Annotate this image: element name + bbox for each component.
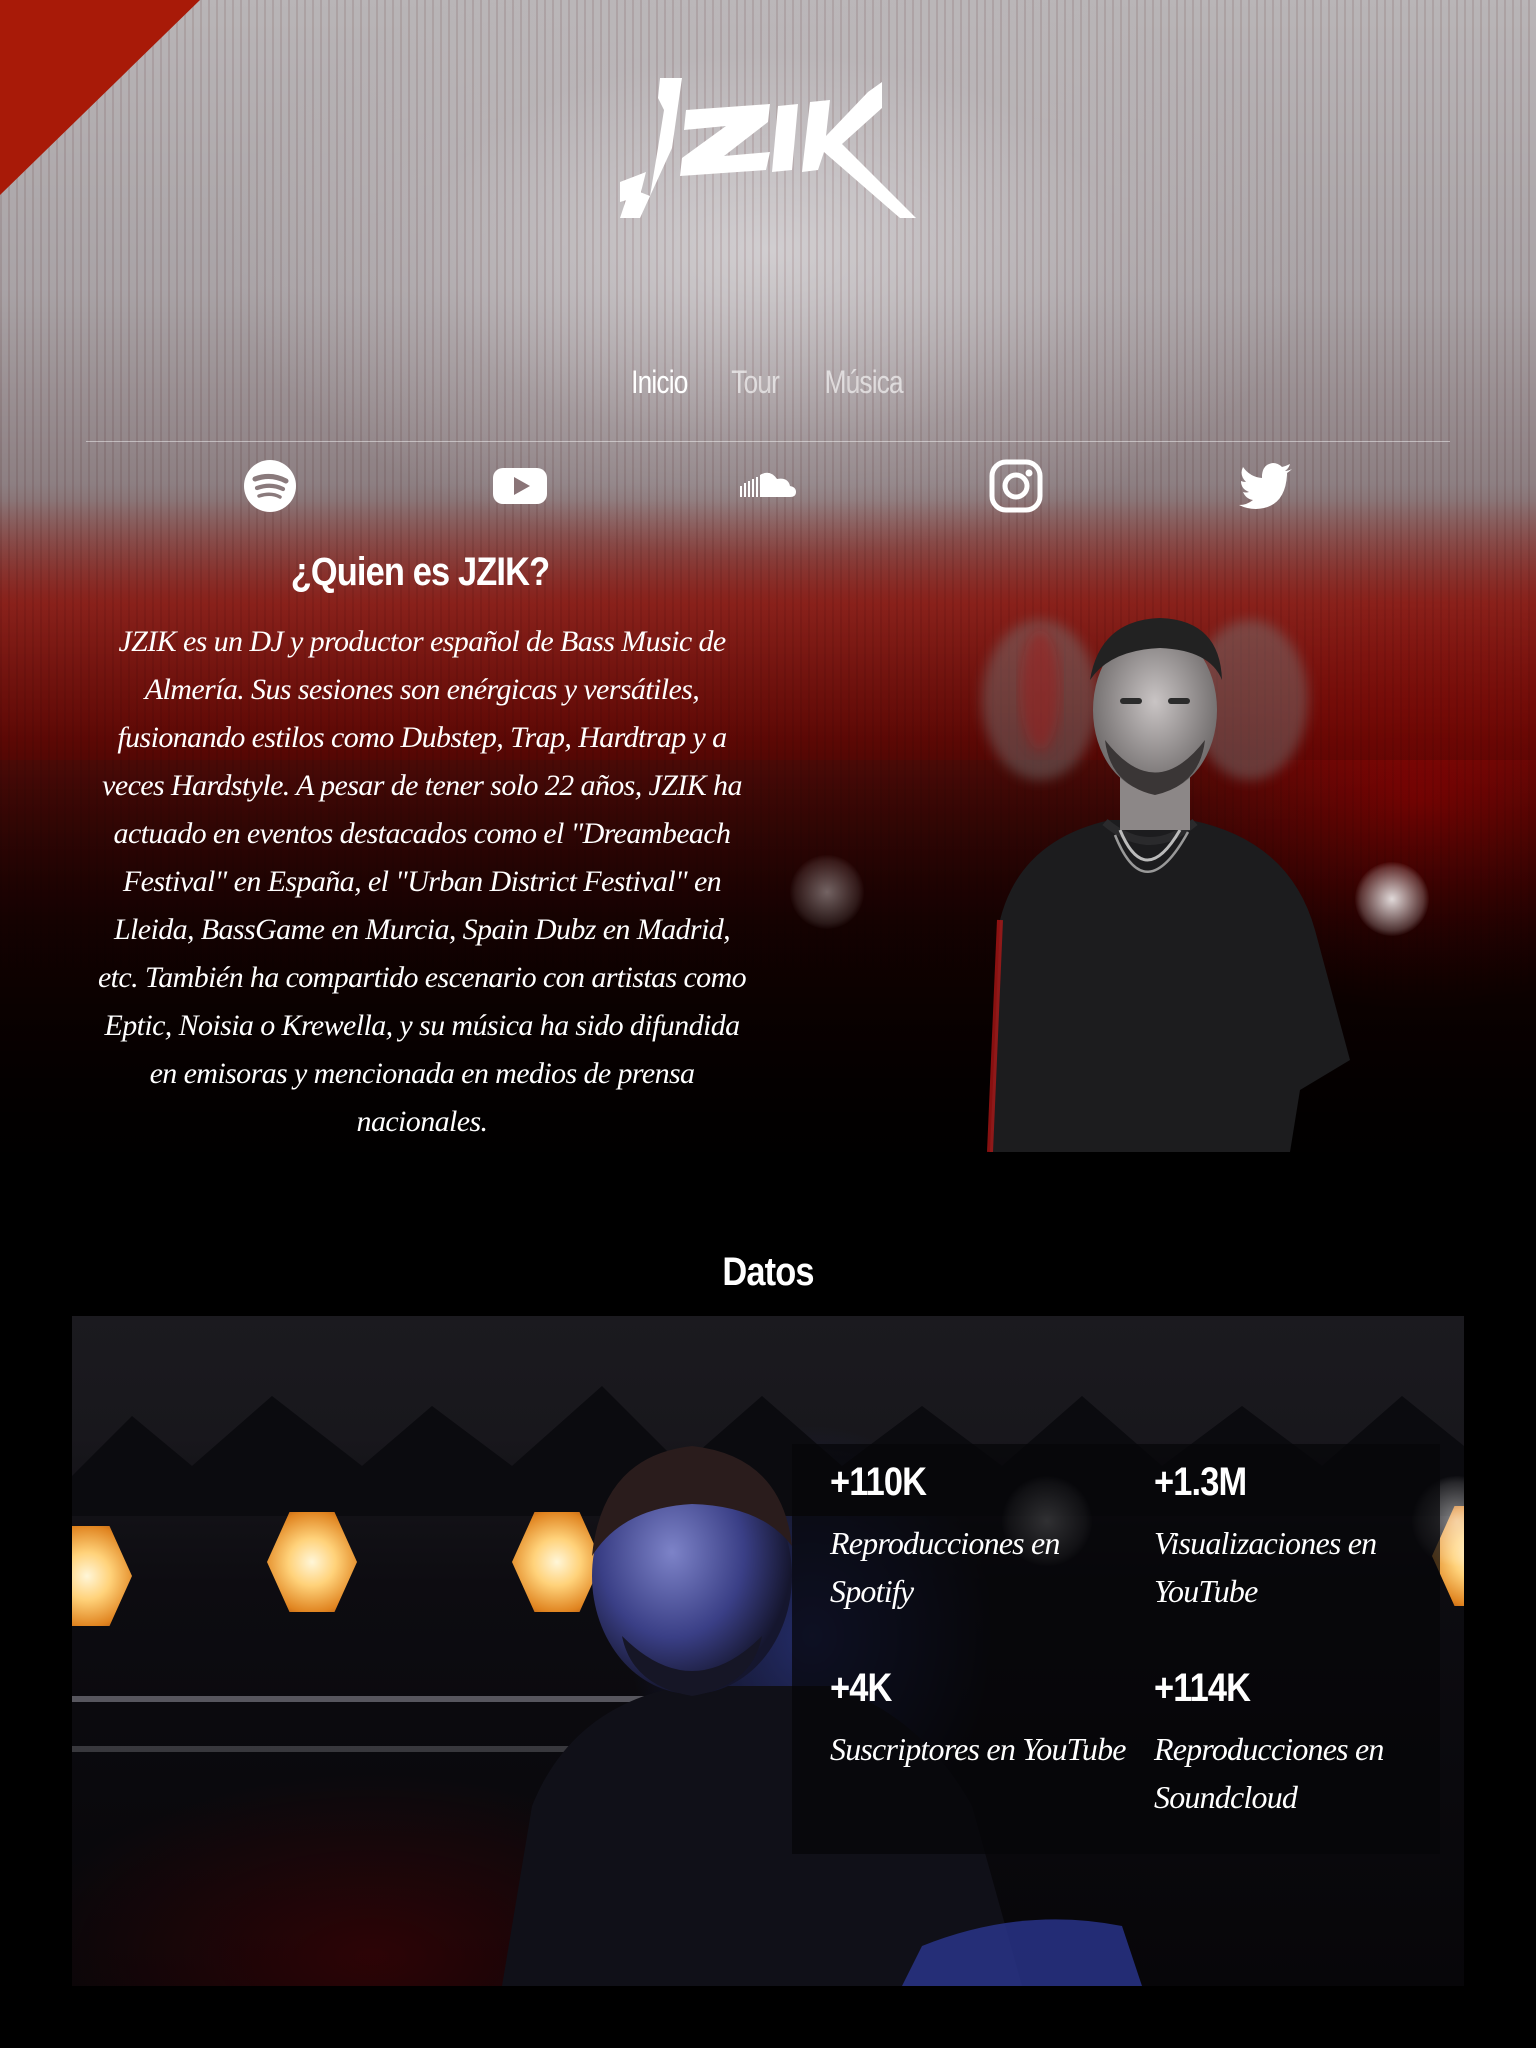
- instagram-link[interactable]: [988, 458, 1044, 514]
- datos-title: Datos: [722, 1250, 814, 1294]
- stat-value: +4K: [830, 1666, 892, 1710]
- soundcloud-icon: [740, 472, 796, 497]
- soundcloud-link[interactable]: [740, 458, 796, 514]
- nav-item-inicio[interactable]: Inicio: [631, 364, 688, 401]
- stat-value: +114K: [1154, 1666, 1251, 1710]
- youtube-icon: [493, 468, 547, 504]
- stage-lamp: [72, 1526, 132, 1626]
- stat-youtube-subs: +4K Suscriptores en YouTube: [830, 1666, 1130, 1773]
- stat-soundcloud: +114K Reproducciones en Soundcloud: [1154, 1666, 1454, 1821]
- nav-item-musica[interactable]: Música: [824, 364, 903, 401]
- datos-photo-section: +110K Reproducciones en Spotify +1.3M Vi…: [72, 1316, 1464, 1986]
- instagram-icon: [989, 459, 1043, 513]
- stats-panel: +110K Reproducciones en Spotify +1.3M Vi…: [792, 1444, 1440, 1854]
- about-title: ¿Quien es JZIK?: [290, 550, 550, 594]
- stat-youtube-views: +1.3M Visualizaciones en YouTube: [1154, 1460, 1454, 1615]
- hero-section: Inicio Tour Música ¿Quien es JZIK? JZIK …: [0, 0, 1536, 1152]
- jzik-logo[interactable]: [620, 78, 916, 218]
- stat-value: +110K: [830, 1460, 927, 1504]
- youtube-link[interactable]: [492, 458, 548, 514]
- stat-value: +1.3M: [1154, 1460, 1247, 1504]
- stat-label: Reproducciones en Soundcloud: [1154, 1731, 1384, 1815]
- nav-divider: [86, 441, 1450, 442]
- main-nav: Inicio Tour Música: [0, 364, 1536, 401]
- twitter-icon: [1239, 463, 1292, 509]
- nav-item-tour[interactable]: Tour: [731, 364, 780, 401]
- stage-lamp: [267, 1512, 357, 1612]
- stat-label: Visualizaciones en YouTube: [1154, 1525, 1377, 1609]
- stage-light: [790, 855, 864, 929]
- stat-label: Reproducciones en Spotify: [830, 1525, 1060, 1609]
- artist-portrait: [982, 618, 1350, 1152]
- twitter-link[interactable]: [1238, 458, 1294, 514]
- stat-label: Suscriptores en YouTube: [830, 1731, 1127, 1767]
- spotify-link[interactable]: [242, 458, 298, 514]
- spotify-icon: [244, 460, 296, 512]
- hero-corner-accent: [0, 0, 200, 195]
- about-text: JZIK es un DJ y productor español de Bas…: [97, 625, 747, 1138]
- stat-spotify: +110K Reproducciones en Spotify: [830, 1460, 1130, 1615]
